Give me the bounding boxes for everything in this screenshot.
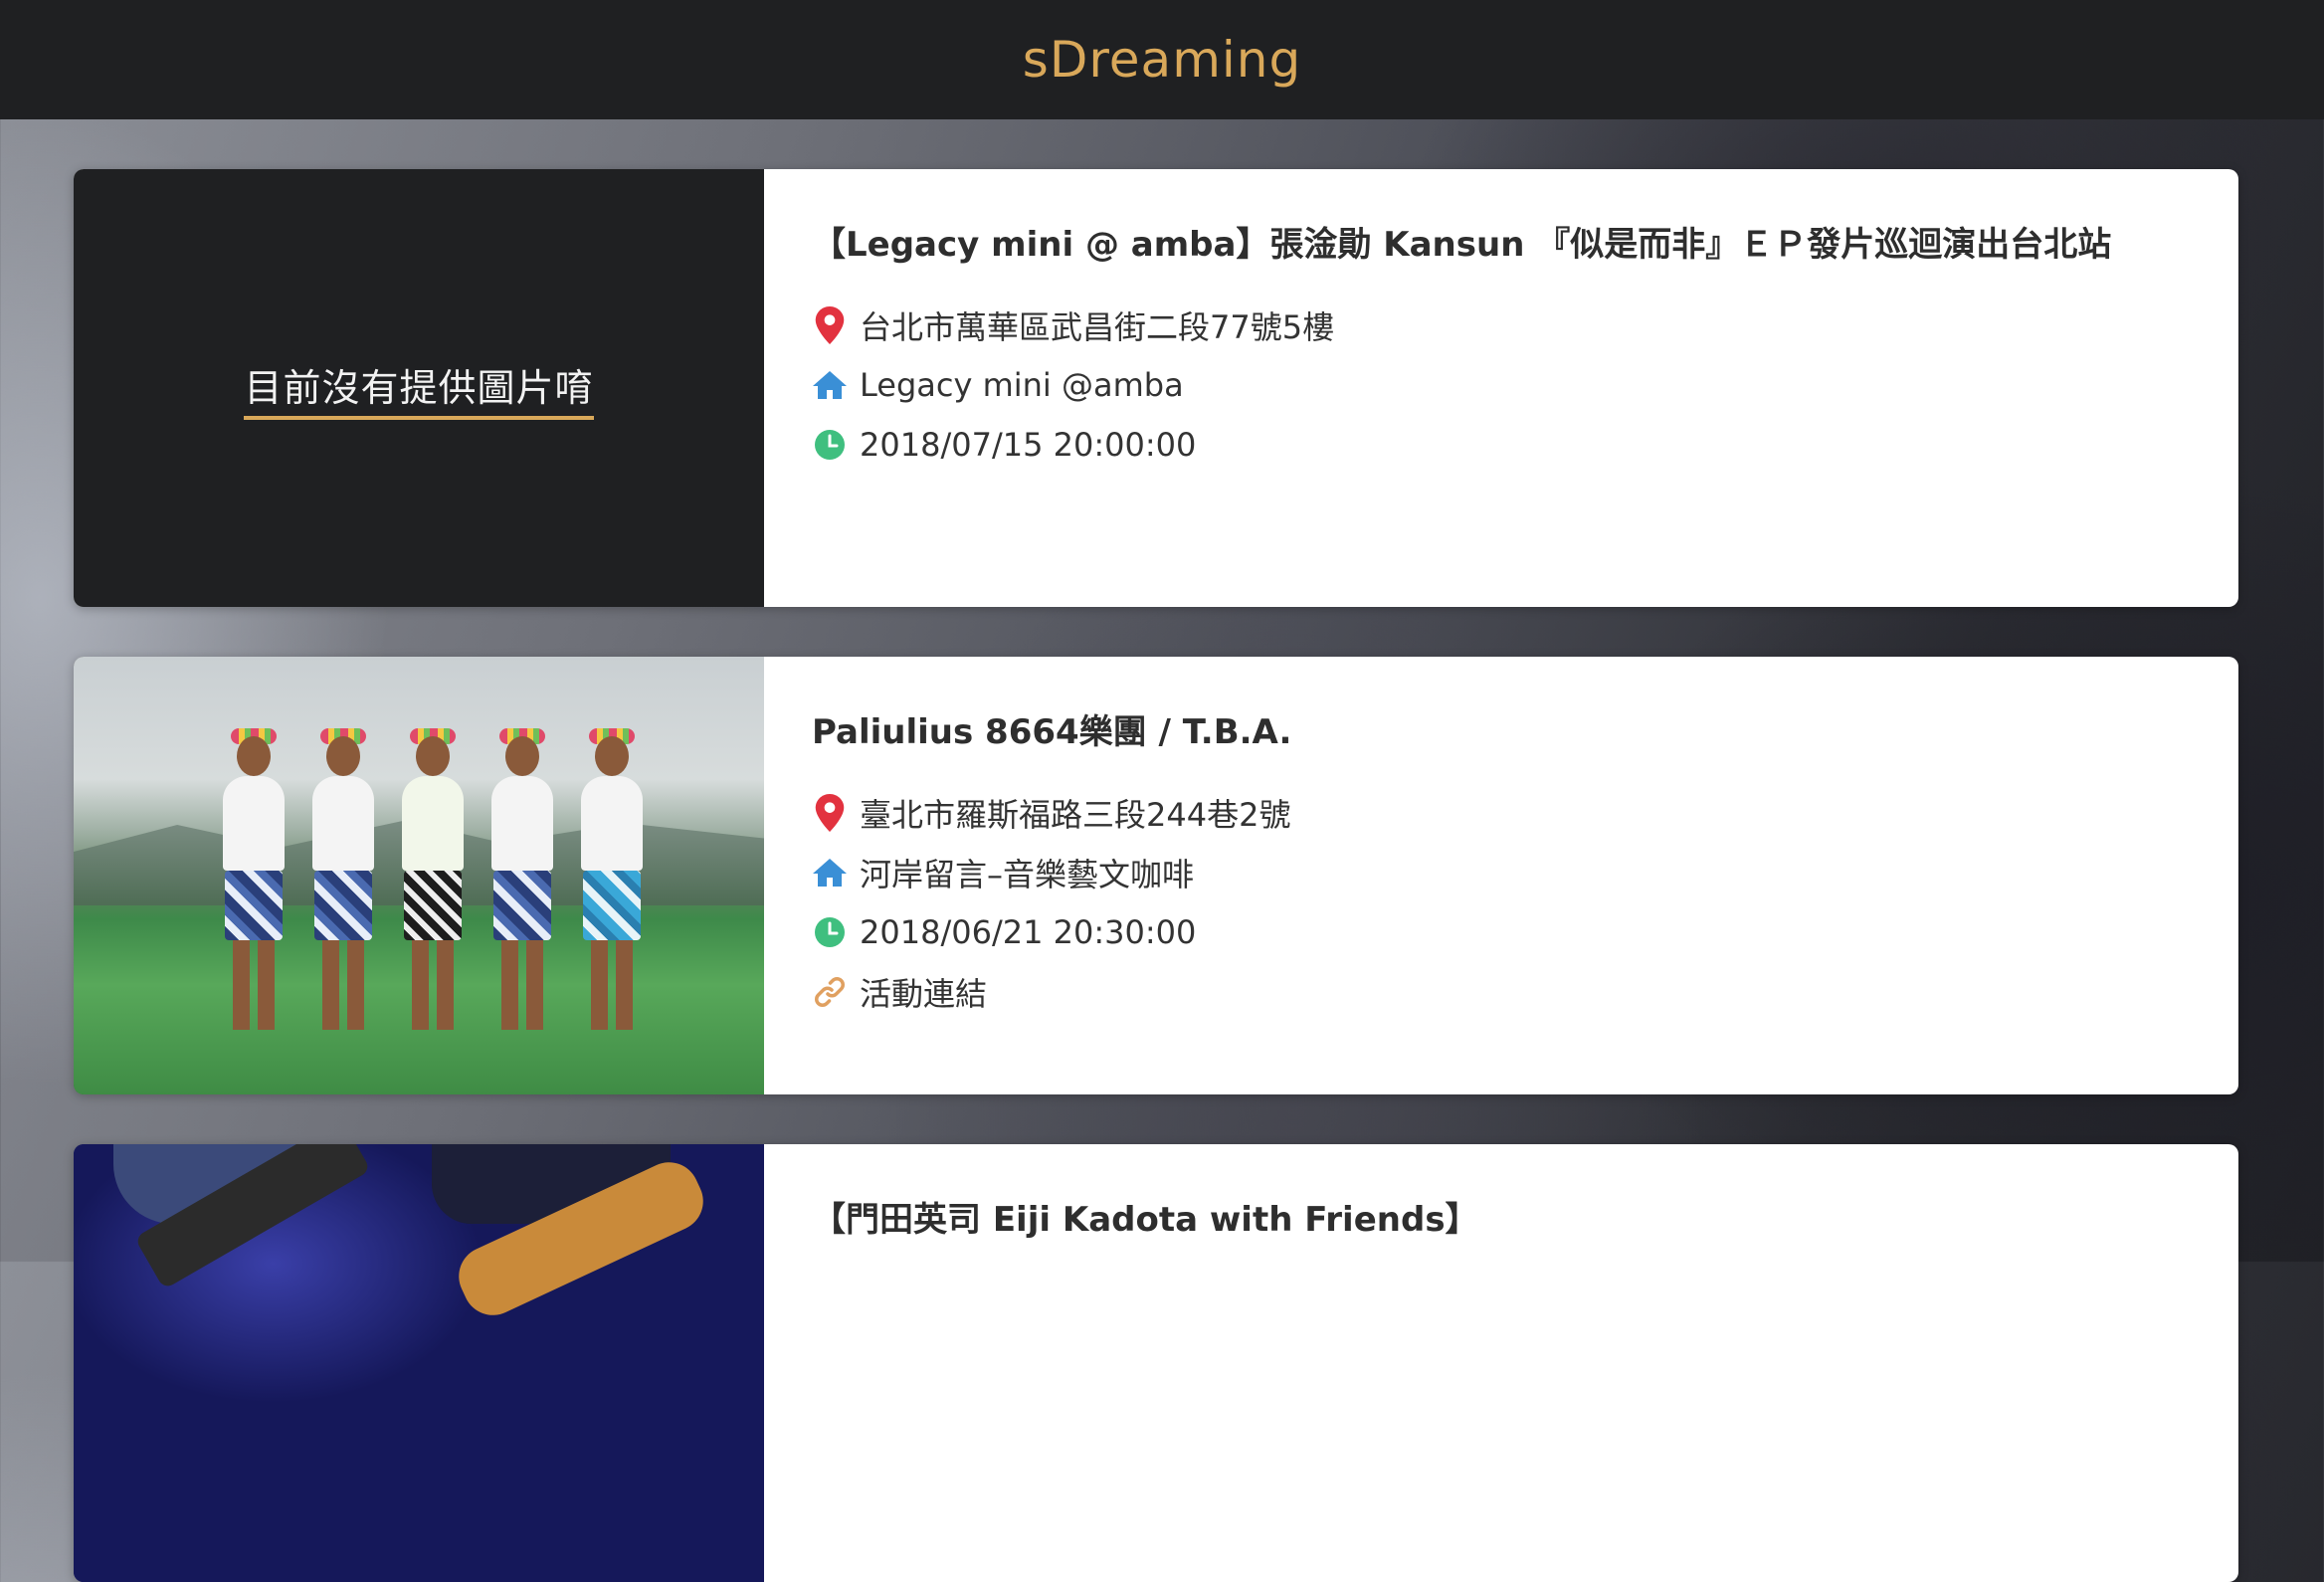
event-address: 台北市萬華區武昌街二段77號5樓 xyxy=(860,308,1335,346)
event-datetime: 2018/06/21 20:30:00 xyxy=(860,913,1197,951)
map-marker-icon xyxy=(812,306,848,344)
event-address: 臺北市羅斯福路三段244巷2號 xyxy=(860,796,1291,834)
event-image[interactable] xyxy=(74,657,764,1094)
event-datetime: 2018/07/15 20:00:00 xyxy=(860,426,1197,464)
event-venue-row: 河岸留言–音樂藝文咖啡 xyxy=(812,849,2238,896)
clock-icon xyxy=(812,914,848,950)
event-title[interactable]: 【門田英司 Eiji Kadota with Friends】 xyxy=(812,1192,2238,1241)
event-details: 【Legacy mini @ amba】張淦勛 Kansun 『似是而非』ＥＰ發… xyxy=(764,169,2238,607)
event-title[interactable]: 【Legacy mini @ amba】張淦勛 Kansun 『似是而非』ＥＰ發… xyxy=(812,217,2238,266)
event-link[interactable]: 活動連結 xyxy=(860,969,987,1015)
event-venue: 河岸留言–音樂藝文咖啡 xyxy=(860,856,1195,893)
brand-logo[interactable]: sDreaming xyxy=(1023,31,1301,89)
clock-icon xyxy=(812,427,848,463)
home-icon xyxy=(812,367,848,403)
event-details: 【門田英司 Eiji Kadota with Friends】 xyxy=(764,1144,2238,1582)
band-photo xyxy=(74,657,764,1094)
map-marker-icon xyxy=(812,794,848,832)
event-address-row: 臺北市羅斯福路三段244巷2號 xyxy=(812,789,2238,837)
event-time-row: 2018/07/15 20:00:00 xyxy=(812,421,2238,469)
event-link-row[interactable]: 活動連結 xyxy=(812,968,2238,1016)
event-card[interactable]: Paliulius 8664樂團 / T.B.A. 臺北市羅斯福路三段244巷2… xyxy=(74,657,2238,1094)
event-image[interactable] xyxy=(74,1144,764,1582)
event-venue: Legacy mini @amba xyxy=(860,366,1184,404)
link-icon xyxy=(812,974,848,1010)
concert-photo xyxy=(74,1144,764,1582)
event-title[interactable]: Paliulius 8664樂團 / T.B.A. xyxy=(812,704,2238,753)
top-navbar: sDreaming xyxy=(0,0,2324,119)
home-icon xyxy=(812,855,848,890)
event-card[interactable]: 【門田英司 Eiji Kadota with Friends】 xyxy=(74,1144,2238,1582)
event-venue-row: Legacy mini @amba xyxy=(812,361,2238,409)
event-time-row: 2018/06/21 20:30:00 xyxy=(812,908,2238,956)
event-image-placeholder: 目前沒有提供圖片唷 xyxy=(74,169,764,607)
event-address-row: 台北市萬華區武昌街二段77號5樓 xyxy=(812,301,2238,349)
event-card[interactable]: 目前沒有提供圖片唷 【Legacy mini @ amba】張淦勛 Kansun… xyxy=(74,169,2238,607)
no-image-text: 目前沒有提供圖片唷 xyxy=(244,357,594,420)
event-details: Paliulius 8664樂團 / T.B.A. 臺北市羅斯福路三段244巷2… xyxy=(764,657,2238,1094)
